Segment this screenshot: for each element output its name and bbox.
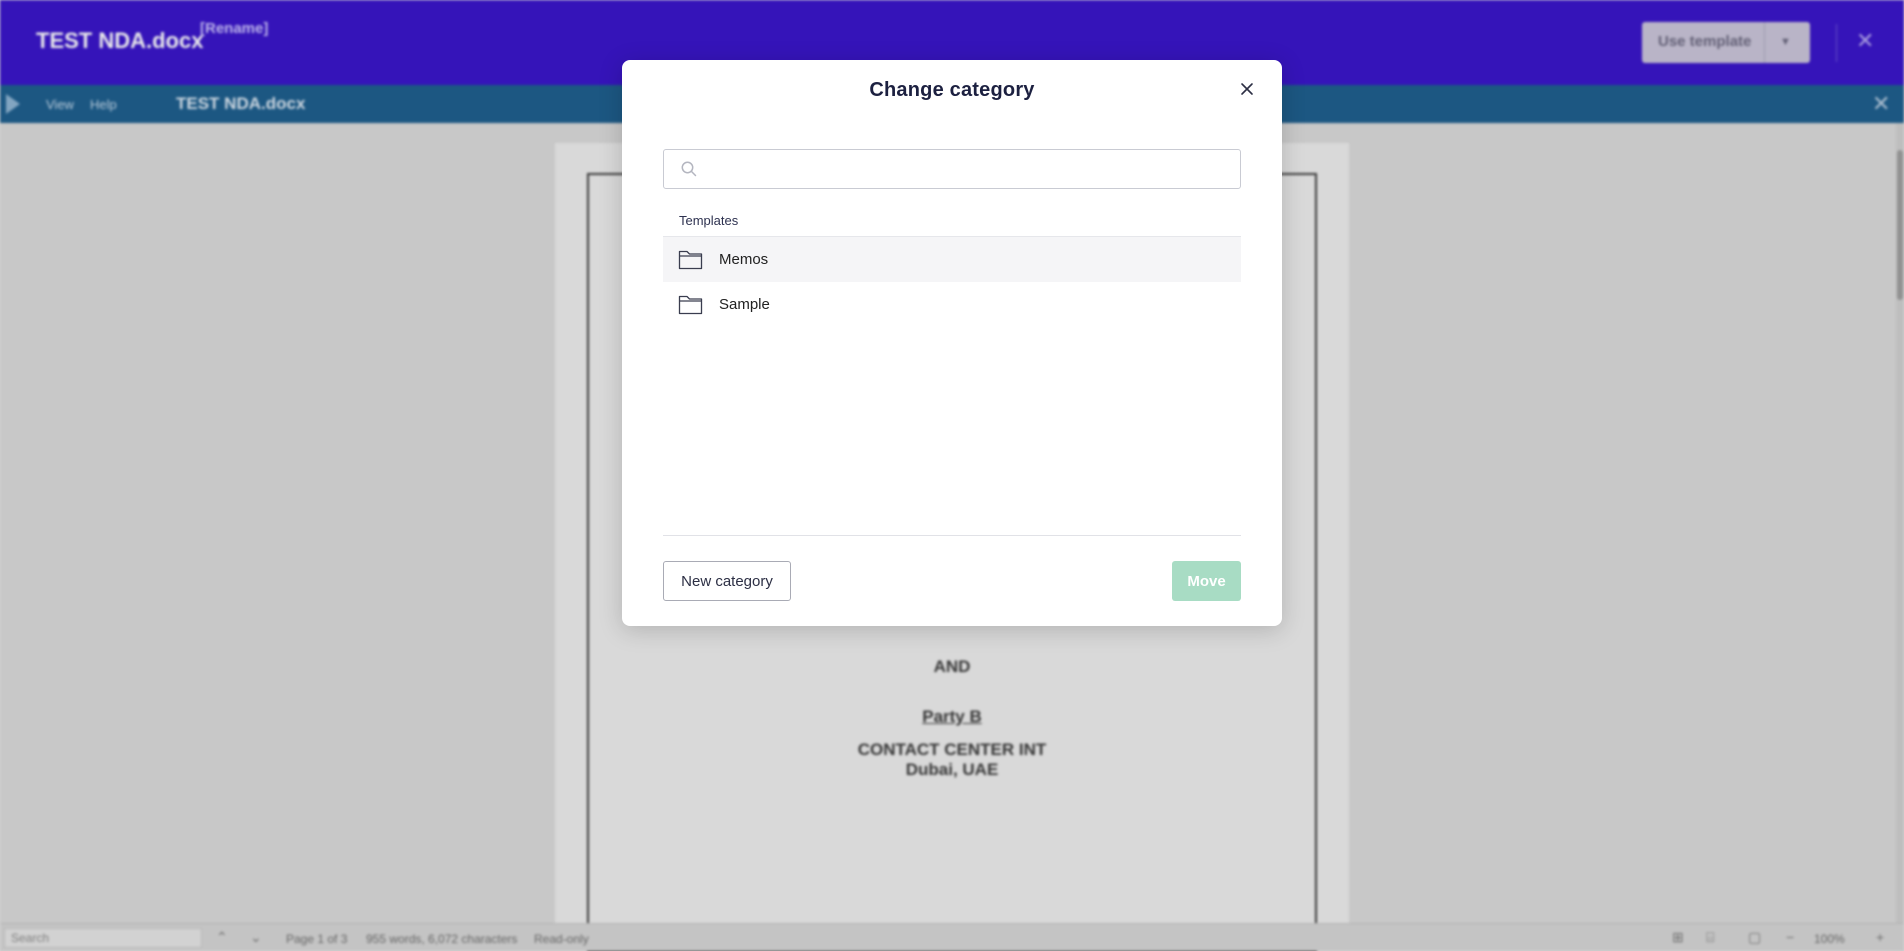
new-category-button[interactable]: New category	[663, 561, 791, 601]
folder-icon	[678, 295, 703, 315]
category-list: Memos Sample	[663, 237, 1241, 327]
list-item-sample[interactable]: Sample	[663, 282, 1241, 327]
section-label-templates: Templates	[679, 213, 739, 228]
close-dialog-button[interactable]	[1236, 78, 1258, 100]
change-category-dialog: Change category Templates Memos Sample N…	[622, 60, 1282, 626]
search-input[interactable]	[708, 150, 1228, 188]
folder-icon	[678, 250, 703, 270]
close-icon	[1241, 83, 1253, 95]
move-button[interactable]: Move	[1172, 561, 1241, 601]
search-icon	[681, 161, 697, 177]
list-item-label: Sample	[719, 296, 770, 313]
list-item-label: Memos	[719, 251, 769, 268]
dialog-title: Change category	[869, 79, 1035, 101]
list-item-memos[interactable]: Memos	[663, 237, 1241, 282]
footer-divider	[663, 535, 1241, 536]
category-search-field[interactable]	[663, 149, 1241, 189]
